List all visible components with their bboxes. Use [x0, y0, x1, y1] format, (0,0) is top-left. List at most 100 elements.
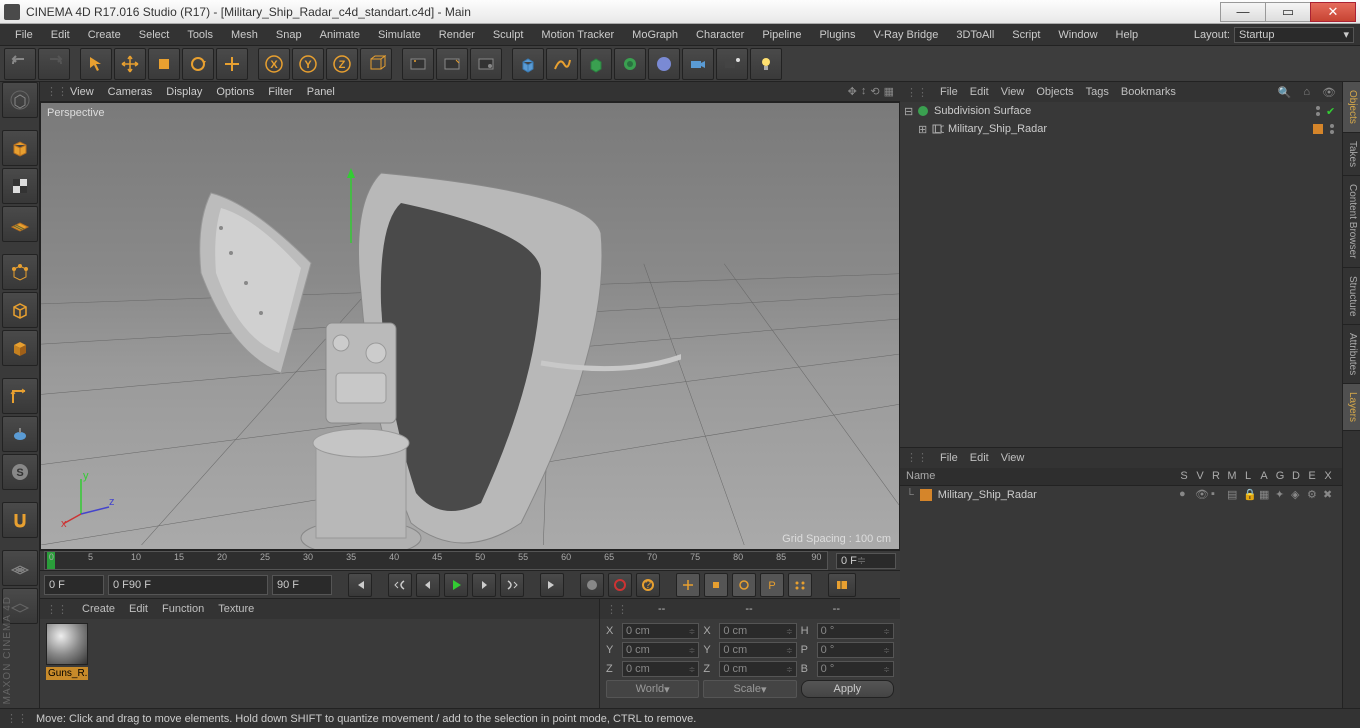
tab-structure[interactable]: Structure — [1343, 268, 1360, 326]
vp-nav-move-icon[interactable]: ✥ — [848, 85, 857, 98]
scale-tool[interactable] — [148, 48, 180, 80]
enable-check[interactable]: ✔ — [1326, 105, 1338, 117]
make-editable-button[interactable] — [2, 82, 38, 118]
viewport-solo-button[interactable]: S — [2, 454, 38, 490]
obj-menu-tags[interactable]: Tags — [1086, 86, 1109, 98]
anim-icon[interactable]: ▦ — [1259, 488, 1272, 501]
workplane-mode-button[interactable] — [2, 206, 38, 242]
goto-start-button[interactable] — [348, 573, 372, 597]
tweak-mode-button[interactable] — [2, 416, 38, 452]
grip-icon[interactable]: ⋮⋮ — [906, 86, 928, 99]
obj-menu-file[interactable]: File — [940, 86, 958, 98]
material-name[interactable]: Guns_R... — [46, 667, 88, 680]
add-spline-button[interactable] — [546, 48, 578, 80]
menu-pipeline[interactable]: Pipeline — [753, 26, 810, 44]
mat-menu-function[interactable]: Function — [162, 603, 204, 615]
keyframe-sel-button[interactable]: ? — [636, 573, 660, 597]
pos-x-field[interactable]: 0 cm≑ — [622, 623, 699, 639]
pos-key-button[interactable] — [676, 573, 700, 597]
maximize-button[interactable]: ▭ — [1265, 2, 1311, 22]
pos-z-field[interactable]: 0 cm≑ — [622, 661, 699, 677]
coord-apply-button[interactable]: Apply — [801, 680, 894, 698]
menu-render[interactable]: Render — [430, 26, 484, 44]
coord-scale-dropdown[interactable]: Scale ▾ — [703, 680, 796, 698]
texture-mode-button[interactable] — [2, 168, 38, 204]
mat-menu-create[interactable]: Create — [82, 603, 115, 615]
x-axis-lock[interactable]: X — [258, 48, 290, 80]
pos-y-field[interactable]: 0 cm≑ — [622, 642, 699, 658]
animation-layer-button[interactable] — [828, 573, 856, 597]
next-frame-button[interactable] — [472, 573, 496, 597]
layer-tag[interactable] — [1312, 123, 1324, 135]
layer-col-v[interactable]: V — [1192, 470, 1208, 482]
last-tool[interactable] — [216, 48, 248, 80]
obj-menu-edit[interactable]: Edit — [970, 86, 989, 98]
current-frame-field[interactable]: 0 F≑ — [836, 553, 896, 569]
layer-col-g[interactable]: G — [1272, 470, 1288, 482]
vp-nav-rotate-icon[interactable]: ⟲ — [870, 85, 879, 98]
polygons-mode-button[interactable] — [2, 330, 38, 366]
menu-simulate[interactable]: Simulate — [369, 26, 430, 44]
visibility-dot[interactable] — [1326, 123, 1338, 135]
live-select-tool[interactable] — [80, 48, 112, 80]
tab-attributes[interactable]: Attributes — [1343, 325, 1360, 384]
object-row-subdivision[interactable]: ⊟ Subdivision Surface ✔ — [900, 102, 1342, 120]
menu-plugins[interactable]: Plugins — [810, 26, 864, 44]
rot-b-field[interactable]: 0 °≑ — [817, 661, 894, 677]
layer-row[interactable]: └ Military_Ship_Radar ● 👁 ▪ ▤ 🔒 ▦ ✦ ◈ — [900, 486, 1342, 504]
layout-dropdown[interactable]: Startup▾ — [1234, 27, 1354, 43]
range-end-field[interactable]: 90 F — [272, 575, 332, 595]
timeline-ruler[interactable]: 05 1015 2025 3035 4045 5055 6065 7075 80… — [44, 551, 828, 570]
object-row-radar[interactable]: ⊞ L0 Military_Ship_Radar — [900, 120, 1342, 138]
deform-icon[interactable]: ◈ — [1291, 488, 1304, 501]
grip-icon[interactable]: ⋮⋮ — [606, 603, 628, 616]
rotate-tool[interactable] — [182, 48, 214, 80]
rot-key-button[interactable] — [732, 573, 756, 597]
menu-character[interactable]: Character — [687, 26, 753, 44]
render-icon[interactable]: ▪ — [1211, 488, 1224, 501]
range-start-field[interactable]: 0 F — [44, 575, 104, 595]
add-cube-button[interactable] — [512, 48, 544, 80]
menu-mesh[interactable]: Mesh — [222, 26, 267, 44]
menu-snap[interactable]: Snap — [267, 26, 311, 44]
vp-nav-layout-icon[interactable]: ▦ — [884, 85, 894, 98]
grip-icon[interactable]: ⋮⋮ — [46, 603, 68, 616]
manager-icon[interactable]: ▤ — [1227, 488, 1240, 501]
menu-edit[interactable]: Edit — [42, 26, 79, 44]
add-deformer-button[interactable] — [614, 48, 646, 80]
points-mode-button[interactable] — [2, 254, 38, 290]
tab-objects[interactable]: Objects — [1343, 82, 1360, 133]
add-camera2-button[interactable] — [716, 48, 748, 80]
layer-col-e[interactable]: E — [1304, 470, 1320, 482]
layer-col-d[interactable]: D — [1288, 470, 1304, 482]
snap-button[interactable] — [2, 502, 38, 538]
axis-mode-button[interactable] — [2, 378, 38, 414]
gen-icon[interactable]: ✦ — [1275, 488, 1288, 501]
tab-layers[interactable]: Layers — [1343, 384, 1360, 431]
goto-prevkey-button[interactable] — [388, 573, 412, 597]
layer-menu-edit[interactable]: Edit — [970, 452, 989, 464]
minimize-button[interactable]: — — [1220, 2, 1266, 22]
size-x-field[interactable]: 0 cm≑ — [719, 623, 796, 639]
vp-menu-options[interactable]: Options — [216, 86, 254, 98]
menu-3dtoall[interactable]: 3DToAll — [947, 26, 1003, 44]
expr-icon[interactable]: ⚙ — [1307, 488, 1320, 501]
menu-animate[interactable]: Animate — [311, 26, 369, 44]
tab-content-browser[interactable]: Content Browser — [1343, 176, 1360, 267]
obj-eye-icon[interactable]: 👁 — [1322, 86, 1336, 99]
layer-menu-view[interactable]: View — [1001, 452, 1025, 464]
lock-icon[interactable]: 🔒 — [1243, 488, 1256, 501]
layer-col-a[interactable]: A — [1256, 470, 1272, 482]
expand-toggle[interactable]: ⊞ — [918, 123, 928, 136]
material-thumbnail[interactable]: Guns_R... — [44, 623, 90, 680]
size-y-field[interactable]: 0 cm≑ — [719, 642, 796, 658]
timeline[interactable]: 05 1015 2025 3035 4045 5055 6065 7075 80… — [40, 550, 900, 570]
layer-col-s[interactable]: S — [1176, 470, 1192, 482]
mat-menu-edit[interactable]: Edit — [129, 603, 148, 615]
visibility-dot[interactable] — [1312, 105, 1324, 117]
pla-key-button[interactable] — [788, 573, 812, 597]
add-generator-button[interactable] — [580, 48, 612, 80]
size-z-field[interactable]: 0 cm≑ — [719, 661, 796, 677]
coord-world-dropdown[interactable]: World ▾ — [606, 680, 699, 698]
viewport-3d[interactable]: Perspective — [40, 102, 900, 550]
